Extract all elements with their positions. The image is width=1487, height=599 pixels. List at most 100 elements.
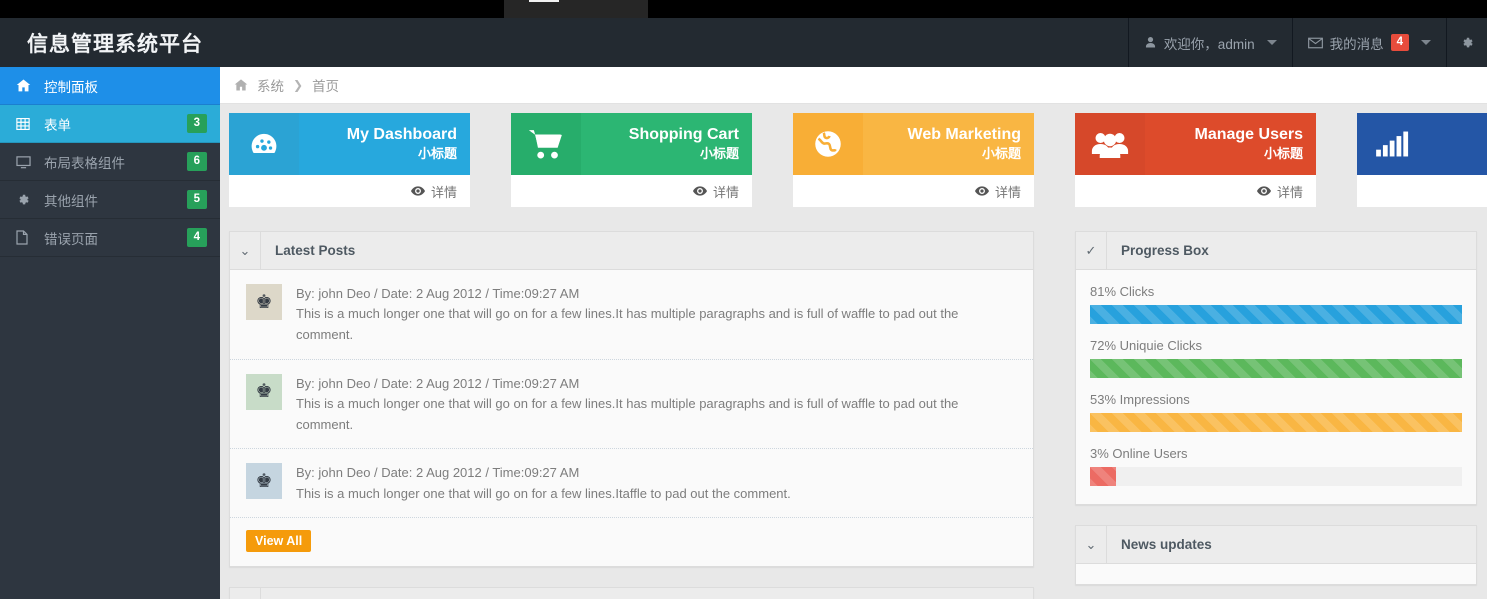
progress-track — [1090, 359, 1462, 378]
post-text: This is a much longer one that will go o… — [296, 395, 959, 432]
dashboard-columns: ⌄ Latest Posts ♚ By: john Deo / Date: 2 … — [220, 214, 1487, 599]
crown-icon: ♚ — [246, 463, 282, 500]
left-column: ⌄ Latest Posts ♚ By: john Deo / Date: 2 … — [229, 231, 1034, 599]
gear-icon — [16, 193, 38, 207]
chevron-down-icon[interactable]: ⌄ — [1076, 526, 1107, 563]
post-meta: By: john Deo / Date: 2 Aug 2012 / Time:0… — [296, 375, 580, 391]
progress-item-unique-clicks: 72% Uniquie Clicks — [1090, 338, 1462, 378]
progress-fill — [1090, 359, 1462, 378]
progress-box-panel-title: Progress Box — [1121, 243, 1209, 258]
progress-track — [1090, 305, 1462, 324]
messages-badge: 4 — [1390, 33, 1409, 52]
stat-card-subtitle: 小标题 — [981, 145, 1021, 161]
app-brand[interactable]: 信息管理系统平台 — [0, 18, 220, 67]
progress-box-panel-header: ✓ Progress Box — [1076, 232, 1476, 270]
stat-card-detail-label: 详情 — [712, 184, 739, 200]
news-updates-panel: ⌄ News updates — [1075, 525, 1477, 585]
progress-label: 72% Uniquie Clicks — [1090, 338, 1202, 353]
sidebar-label: 布局表格组件 — [44, 155, 125, 171]
breadcrumb: 系统 ❯ 首页 — [220, 67, 1487, 104]
progress-fill — [1090, 413, 1462, 432]
post-text: This is a much longer one that will go o… — [296, 306, 959, 342]
news-updates-panel-header: ⌄ News updates — [1076, 526, 1476, 564]
progress-label: 53% Impressions — [1090, 392, 1190, 407]
sidebar-label: 控制面板 — [44, 79, 98, 95]
crown-icon: ♚ — [246, 373, 282, 410]
sidebar-badge: 4 — [186, 228, 207, 247]
sidebar-label: 表单 — [44, 117, 71, 133]
stat-card-detail-link[interactable]: 详情 — [229, 175, 470, 207]
sidebar-item-dashboard[interactable]: 控制面板 — [0, 67, 220, 105]
user-icon — [1144, 36, 1157, 49]
shopping-cart-icon — [511, 113, 581, 175]
sidebar-item-error-pages[interactable]: 错误页面 4 — [0, 219, 220, 257]
user-menu[interactable]: 欢迎你，admin — [1127, 18, 1292, 67]
eye-icon — [692, 186, 707, 196]
envelope-icon — [1307, 37, 1323, 49]
dashboard-gauge-icon — [229, 113, 299, 175]
breadcrumb-item-home[interactable]: 首页 — [312, 75, 339, 95]
user-menu-label: 欢迎你，admin — [1163, 36, 1255, 52]
sidebar-navigation: 控制面板 表单 3 布局表格组件 6 其他组件 5 错误页面 4 — [0, 67, 220, 599]
home-icon — [234, 78, 248, 92]
chevron-down-icon — [1421, 40, 1431, 45]
sidebar-label: 错误页面 — [44, 231, 98, 247]
stat-card-detail-link[interactable]: 详情 — [1075, 175, 1316, 207]
header-nav-right: 欢迎你，admin 我的消息 4 — [1127, 18, 1487, 67]
list-item: ♚ By: john Deo / Date: 2 Aug 2012 / Time… — [230, 270, 1033, 360]
stat-card-web-marketing[interactable]: Web Marketing 小标题 详情 — [793, 113, 1034, 214]
browser-tab[interactable] — [504, 0, 648, 18]
grid-icon — [16, 117, 38, 131]
latest-posts-panel-header: ⌄ Latest Posts — [230, 232, 1033, 270]
sidebar-badge: 6 — [186, 152, 207, 171]
stat-card-current-stats[interactable]: C — [1357, 113, 1487, 214]
settings-menu[interactable] — [1446, 18, 1487, 67]
view-all-button[interactable]: View All — [246, 530, 312, 553]
file-icon — [16, 230, 38, 245]
stat-card-title: My Dashboard — [346, 125, 457, 143]
progress-label: 81% Clicks — [1090, 284, 1155, 299]
chevron-down-icon[interactable] — [230, 588, 261, 599]
stat-cards-row: My Dashboard 小标题 详情 Shopping Cart 小标题 详情… — [220, 104, 1487, 214]
monitor-icon — [16, 155, 38, 169]
chevron-down-icon[interactable]: ⌄ — [230, 232, 261, 269]
stat-card-detail-link[interactable]: 详情 — [793, 175, 1034, 207]
stat-card-detail-link[interactable]: 详情 — [511, 175, 752, 207]
app-title: 信息管理系统平台 — [27, 32, 203, 56]
stat-card-detail-link[interactable] — [1357, 175, 1487, 207]
eye-icon — [974, 186, 989, 196]
gear-icon — [1460, 36, 1474, 50]
bar-chart-icon — [1357, 113, 1427, 175]
eye-icon — [410, 186, 425, 196]
list-item: ♚ By: john Deo / Date: 2 Aug 2012 / Time… — [230, 360, 1033, 450]
breadcrumb-separator: ❯ — [293, 78, 304, 92]
stat-card-my-dashboard[interactable]: My Dashboard 小标题 详情 — [229, 113, 470, 214]
stat-card-title: Manage Users — [1194, 125, 1304, 143]
home-icon — [16, 78, 38, 93]
stat-card-manage-users[interactable]: Manage Users 小标题 详情 — [1075, 113, 1316, 214]
browser-tab-highlight — [529, 0, 559, 2]
stat-card-detail-label: 详情 — [994, 184, 1021, 200]
progress-bars-list: 81% Clicks 72% Uniquie Clicks 53% Impres… — [1076, 270, 1476, 504]
breadcrumb-item-system[interactable]: 系统 — [257, 75, 284, 95]
sidebar-item-layout-table-components[interactable]: 布局表格组件 6 — [0, 143, 220, 181]
sidebar-label: 其他组件 — [44, 193, 98, 209]
post-meta: By: john Deo / Date: 2 Aug 2012 / Time:0… — [296, 465, 580, 481]
stat-card-title: Shopping Cart — [628, 125, 739, 143]
stat-card-detail-label: 详情 — [1276, 184, 1303, 200]
news-updates-panel-title: News updates — [1121, 537, 1212, 552]
progress-item-clicks: 81% Clicks — [1090, 284, 1462, 324]
latest-posts-panel: ⌄ Latest Posts ♚ By: john Deo / Date: 2 … — [229, 231, 1034, 568]
sidebar-item-forms[interactable]: 表单 3 — [0, 105, 220, 143]
progress-item-impressions: 53% Impressions — [1090, 392, 1462, 432]
eye-icon — [1256, 186, 1271, 196]
check-icon[interactable]: ✓ — [1076, 232, 1107, 269]
post-text: This is a much longer one that will go o… — [296, 485, 791, 501]
stat-card-title: Web Marketing — [907, 125, 1022, 143]
sidebar-item-other-components[interactable]: 其他组件 5 — [0, 181, 220, 219]
stat-card-shopping-cart[interactable]: Shopping Cart 小标题 详情 — [511, 113, 752, 214]
latest-posts-footer: View All — [230, 518, 1033, 566]
users-icon — [1075, 113, 1145, 175]
messages-menu[interactable]: 我的消息 4 — [1291, 18, 1446, 67]
browser-chrome-strip — [0, 0, 1487, 18]
